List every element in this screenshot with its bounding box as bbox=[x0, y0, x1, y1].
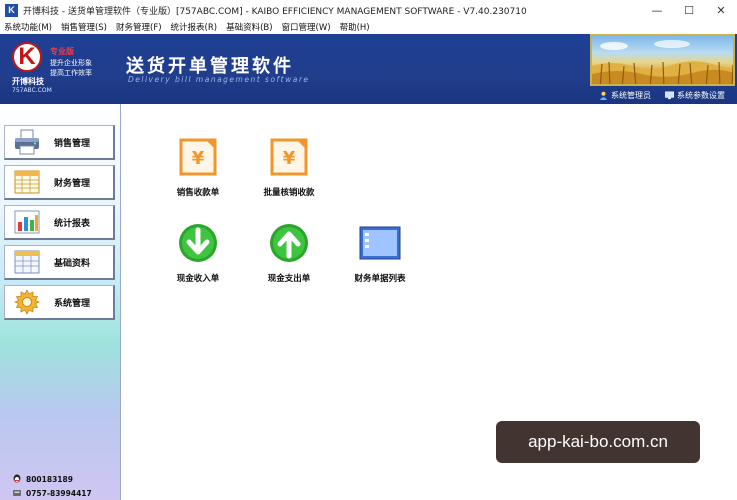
system-settings-link[interactable]: 系统参数设置 bbox=[665, 90, 725, 101]
wheat-illustration bbox=[592, 40, 733, 84]
sidebar-item-system[interactable]: 系统管理 bbox=[4, 285, 115, 320]
menu-reports[interactable]: 统计报表(R) bbox=[171, 21, 218, 33]
arrow-down-icon bbox=[179, 224, 217, 262]
app-icon: K bbox=[5, 3, 18, 17]
window-controls: — ☐ ✕ bbox=[641, 0, 737, 20]
sidebar-item-label: 财务管理 bbox=[54, 178, 91, 189]
header-links: 系统管理员 系统参数设置 bbox=[585, 90, 725, 101]
spreadsheet-icon bbox=[14, 170, 40, 194]
brand-domain: 757ABC.COM bbox=[12, 87, 52, 94]
title-bar: K 开博科技 - 送货单管理软件（专业版）[757ABC.COM] - KAIB… bbox=[0, 0, 737, 20]
tile-batch-writeoff[interactable]: ¥ 批量核销收款 bbox=[244, 136, 334, 198]
arrow-up-icon bbox=[270, 224, 308, 262]
window-title: 开博科技 - 送货单管理软件（专业版）[757ABC.COM] - KAIBO … bbox=[23, 6, 527, 17]
watermark-badge: app-kai-bo.com.cn bbox=[496, 421, 700, 463]
system-settings-label: 系统参数设置 bbox=[677, 91, 725, 100]
sidebar-item-finance[interactable]: 财务管理 bbox=[4, 165, 115, 200]
edition-label: 专业版 bbox=[50, 47, 74, 56]
header-banner: K 专业版 提升企业形象 提高工作效率 开博科技 757ABC.COM 送货开单… bbox=[0, 34, 737, 104]
minimize-button[interactable]: — bbox=[641, 0, 673, 20]
sidebar-item-label: 统计报表 bbox=[54, 218, 91, 229]
user-icon bbox=[599, 91, 608, 100]
menu-bar: 系统功能(M) 销售管理(S) 财务管理(F) 统计报表(R) 基础资料(B) … bbox=[0, 20, 737, 34]
close-button[interactable]: ✕ bbox=[705, 0, 737, 20]
slogan-line-2: 提高工作效率 bbox=[50, 69, 92, 77]
menu-sales[interactable]: 销售管理(S) bbox=[61, 21, 107, 33]
tile-label: 批量核销收款 bbox=[263, 188, 315, 198]
sidebar-item-label: 销售管理 bbox=[54, 138, 91, 149]
slogan-line-1: 提升企业形象 bbox=[50, 59, 92, 67]
tile-sales-receipt[interactable]: ¥ 销售收款单 bbox=[153, 136, 243, 198]
menu-window[interactable]: 窗口管理(W) bbox=[282, 21, 331, 33]
menu-finance[interactable]: 财务管理(F) bbox=[116, 21, 162, 33]
qq-icon bbox=[13, 474, 21, 483]
svg-text:¥: ¥ bbox=[192, 148, 205, 169]
contact-qq: 800183189 bbox=[12, 474, 73, 484]
brand-name: 开博科技 bbox=[12, 77, 44, 86]
logo: K 专业版 提升企业形象 提高工作效率 开博科技 757ABC.COM bbox=[6, 38, 118, 100]
svg-text:¥: ¥ bbox=[283, 148, 296, 169]
tile-label: 现金收入单 bbox=[176, 274, 220, 284]
contact-qq-number: 800183189 bbox=[26, 474, 73, 484]
sidebar-item-basic-data[interactable]: 基础资料 bbox=[4, 245, 115, 280]
wheat-field-image bbox=[590, 34, 735, 86]
table-icon bbox=[14, 250, 40, 274]
logo-k-icon: K bbox=[12, 42, 42, 72]
yen-document-icon: ¥ bbox=[179, 138, 217, 176]
tile-cash-income[interactable]: 现金收入单 bbox=[153, 222, 243, 284]
contact-phone: 0757-83994417 bbox=[12, 488, 92, 498]
tile-label: 财务单据列表 bbox=[354, 274, 406, 284]
tile-cash-expense[interactable]: 现金支出单 bbox=[244, 222, 334, 284]
system-admin-label: 系统管理员 bbox=[611, 91, 651, 100]
sidebar-item-reports[interactable]: 统计报表 bbox=[4, 205, 115, 240]
maximize-button[interactable]: ☐ bbox=[673, 0, 705, 20]
gear-icon bbox=[13, 289, 41, 315]
system-admin-link[interactable]: 系统管理员 bbox=[599, 90, 651, 101]
sidebar-item-label: 基础资料 bbox=[54, 258, 91, 269]
tile-finance-doc-list[interactable]: 财务单据列表 bbox=[335, 222, 425, 284]
contact-phone-number: 0757-83994417 bbox=[26, 488, 92, 498]
printer-icon bbox=[15, 129, 39, 155]
sidebar-item-sales[interactable]: 销售管理 bbox=[4, 125, 115, 160]
app-subtitle: Delivery bill management software bbox=[128, 75, 310, 84]
sidebar-item-label: 系统管理 bbox=[54, 298, 91, 309]
tile-label: 销售收款单 bbox=[176, 188, 220, 198]
yen-document-icon: ¥ bbox=[270, 138, 308, 176]
sidebar: 销售管理 财务管理 统计报表 基础资料 系统管理 800183189 0757-… bbox=[0, 104, 121, 500]
monitor-icon bbox=[665, 91, 674, 100]
menu-system[interactable]: 系统功能(M) bbox=[4, 21, 52, 33]
list-window-icon bbox=[359, 226, 401, 260]
phone-icon bbox=[13, 490, 21, 496]
menu-basic-data[interactable]: 基础资料(B) bbox=[226, 21, 272, 33]
menu-help[interactable]: 帮助(H) bbox=[340, 21, 370, 33]
bar-chart-icon bbox=[14, 210, 40, 234]
tile-label: 现金支出单 bbox=[267, 274, 311, 284]
